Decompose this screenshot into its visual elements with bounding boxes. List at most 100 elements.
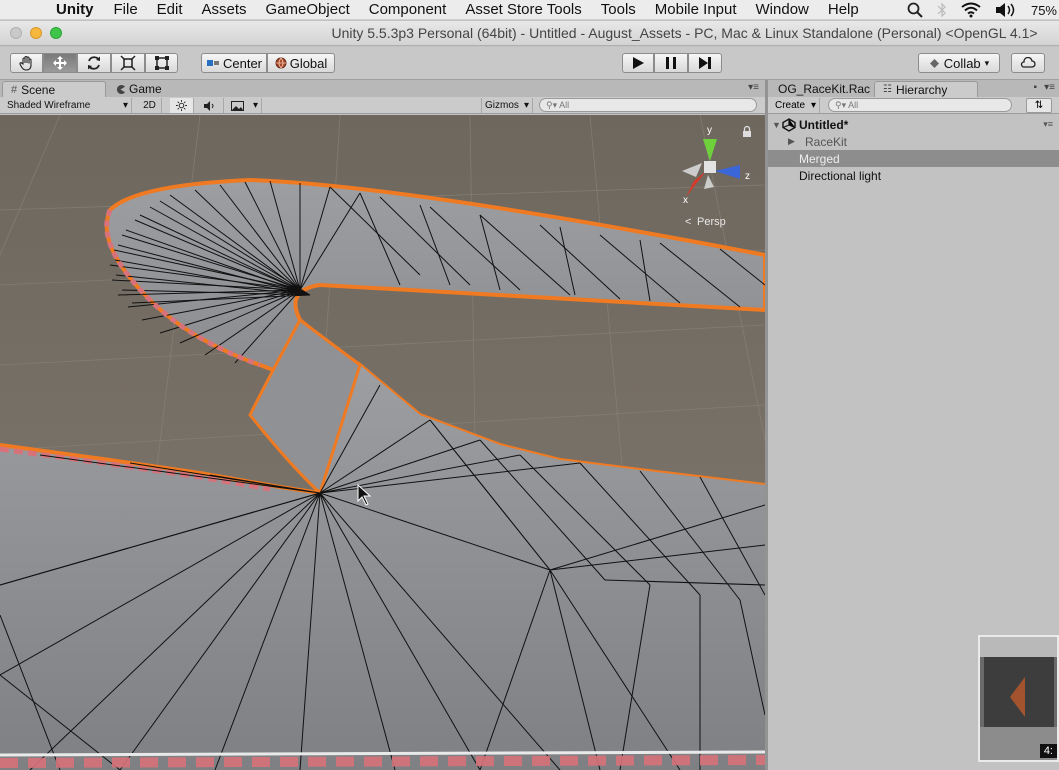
hierarchy-search-input[interactable]: ⚲▾ All xyxy=(828,98,1012,112)
menu-file[interactable]: File xyxy=(114,1,138,18)
pivot-center-button[interactable]: Center xyxy=(201,53,267,73)
tab-scene[interactable]: # Scene xyxy=(2,81,106,97)
tab-hierarchy[interactable]: ☷ Hierarchy xyxy=(874,81,978,97)
sort-icon: ⇅ xyxy=(1034,100,1044,111)
dropdown-arrow-icon: ▾ xyxy=(984,57,990,68)
sun-icon xyxy=(176,100,187,111)
hierarchy-toolbar: Create ▾ ⚲▾ All ⇅ xyxy=(768,97,1059,114)
pause-button[interactable] xyxy=(654,53,688,73)
scene-root-row[interactable]: ▼ Untitled* ▾≡ xyxy=(768,116,1059,133)
app-menu[interactable]: Unity xyxy=(56,1,94,18)
move-tool-button[interactable] xyxy=(43,53,77,73)
expand-arrow-icon[interactable]: ▶ xyxy=(768,136,795,147)
hand-tool-button[interactable] xyxy=(10,53,43,73)
video-timestamp: 4: xyxy=(1039,744,1057,758)
panel-menu-icon[interactable]: ▾≡ xyxy=(1044,82,1055,93)
panel-lock-icon[interactable]: ▪ xyxy=(1033,82,1037,93)
scale-icon xyxy=(120,55,136,71)
main-toolbar: Center Global Collab ▾ xyxy=(0,47,1059,80)
scene-tab-strip: # Scene Game ▾≡ xyxy=(0,80,765,97)
speaker-icon xyxy=(203,100,213,111)
scene-viewport[interactable]: y z x < Persp xyxy=(0,115,765,770)
menu-tools[interactable]: Tools xyxy=(601,1,636,18)
menu-mobile-input[interactable]: Mobile Input xyxy=(655,1,737,18)
center-pivot-icon xyxy=(206,60,219,66)
tab-project[interactable]: OG_RaceKit.Rac xyxy=(770,81,870,97)
window-title-bar: Unity 5.5.3p3 Personal (64bit) - Untitle… xyxy=(0,21,1059,46)
screen: { "menubar": { "apple_glyph": "", "app_n… xyxy=(0,0,1059,770)
menu-edit[interactable]: Edit xyxy=(157,1,183,18)
menu-bar: Unity File Edit Assets GameObject Compon… xyxy=(0,0,1059,20)
collab-dropdown[interactable]: Collab ▾ xyxy=(918,53,1000,73)
hierarchy-item-directional-light[interactable]: Directional light xyxy=(768,167,1059,184)
gizmo-x-label: x xyxy=(683,195,688,206)
status-area: 75% xyxy=(907,0,1059,20)
video-thumbnail[interactable]: 4: xyxy=(978,635,1059,762)
menu-help[interactable]: Help xyxy=(828,1,859,18)
spotlight-search-icon[interactable] xyxy=(907,2,923,18)
hand-icon xyxy=(18,55,32,71)
hierarchy-sort-button[interactable]: ⇅ xyxy=(1026,98,1052,113)
hierarchy-item-merged[interactable]: Merged xyxy=(768,150,1059,167)
dropdown-arrow-icon: ▾ xyxy=(523,100,529,111)
menu-component[interactable]: Component xyxy=(369,1,447,18)
zoom-window-button[interactable] xyxy=(50,27,62,39)
dropdown-arrow-icon: ▾ xyxy=(252,100,258,111)
wifi-icon[interactable] xyxy=(961,2,981,18)
scene-render: y z x < Persp xyxy=(0,115,765,770)
effects-dropdown[interactable]: ▾ xyxy=(228,98,262,113)
hierarchy-item-racekit[interactable]: ▶ RaceKit xyxy=(768,133,1059,150)
menu-window[interactable]: Window xyxy=(756,1,809,18)
menu-gameobject[interactable]: GameObject xyxy=(266,1,350,18)
image-effects-icon xyxy=(231,100,244,111)
globe-icon xyxy=(275,57,287,69)
rect-transform-icon xyxy=(154,56,169,70)
play-icon xyxy=(633,57,644,69)
gizmos-dropdown[interactable]: Gizmos ▾ xyxy=(481,98,533,113)
dropdown-arrow-icon: ▾ xyxy=(810,100,816,111)
cloud-button[interactable] xyxy=(1011,53,1045,73)
create-dropdown[interactable]: Create ▾ xyxy=(772,98,820,113)
panel-menu-icon[interactable]: ▾≡ xyxy=(748,82,759,93)
tab-game[interactable]: Game xyxy=(108,81,188,97)
audio-toggle-button[interactable] xyxy=(196,98,224,113)
persp-label[interactable]: < Persp xyxy=(685,216,726,228)
search-icon: ⚲▾ xyxy=(546,99,558,110)
menu-assets[interactable]: Assets xyxy=(202,1,247,18)
svg-text:Persp: Persp xyxy=(697,216,726,228)
battery-percent[interactable]: 75% xyxy=(1031,3,1057,18)
lighting-toggle-button[interactable] xyxy=(170,98,194,113)
svg-text:<: < xyxy=(685,216,691,228)
2d-toggle-button[interactable]: 2D xyxy=(138,98,162,113)
scene-search-input[interactable]: ⚲▾ All xyxy=(539,98,757,112)
gizmo-z-label: z xyxy=(745,171,750,182)
menu-asset-store-tools[interactable]: Asset Store Tools xyxy=(465,1,581,18)
draw-mode-dropdown[interactable]: Shaded Wireframe ▾ xyxy=(4,98,132,113)
minimize-window-button[interactable] xyxy=(30,27,42,39)
close-window-button[interactable] xyxy=(10,27,22,39)
move-arrows-icon xyxy=(53,56,67,70)
play-button[interactable] xyxy=(622,53,654,73)
scene-control-bar: Shaded Wireframe ▾ 2D ▾ Gizmos ▾ ⚲▾ All xyxy=(0,97,765,114)
expand-arrow-icon[interactable]: ▼ xyxy=(768,120,782,130)
grid-hash-icon: # xyxy=(11,83,18,96)
pause-icon xyxy=(666,57,676,69)
step-forward-icon xyxy=(699,57,711,69)
rotate-tool-button[interactable] xyxy=(77,53,111,73)
gizmo-y-label: y xyxy=(707,125,712,136)
pivot-global-button[interactable]: Global xyxy=(267,53,335,73)
step-button[interactable] xyxy=(688,53,722,73)
hierarchy-tab-strip: OG_RaceKit.Rac ☷ Hierarchy ▪ ▾≡ xyxy=(768,80,1059,97)
volume-icon[interactable] xyxy=(995,2,1017,18)
hierarchy-list-icon: ☷ xyxy=(883,84,892,95)
rect-tool-button[interactable] xyxy=(145,53,178,73)
rotate-icon xyxy=(88,56,100,70)
window-title: Unity 5.5.3p3 Personal (64bit) - Untitle… xyxy=(331,25,1038,41)
collab-diamond-icon xyxy=(929,58,939,68)
dropdown-arrow-icon: ▾ xyxy=(122,100,128,111)
cloud-icon xyxy=(1020,57,1036,68)
pacman-icon xyxy=(116,84,125,94)
scene-options-icon[interactable]: ▾≡ xyxy=(1043,119,1053,130)
bluetooth-icon[interactable] xyxy=(937,2,947,18)
scale-tool-button[interactable] xyxy=(111,53,145,73)
